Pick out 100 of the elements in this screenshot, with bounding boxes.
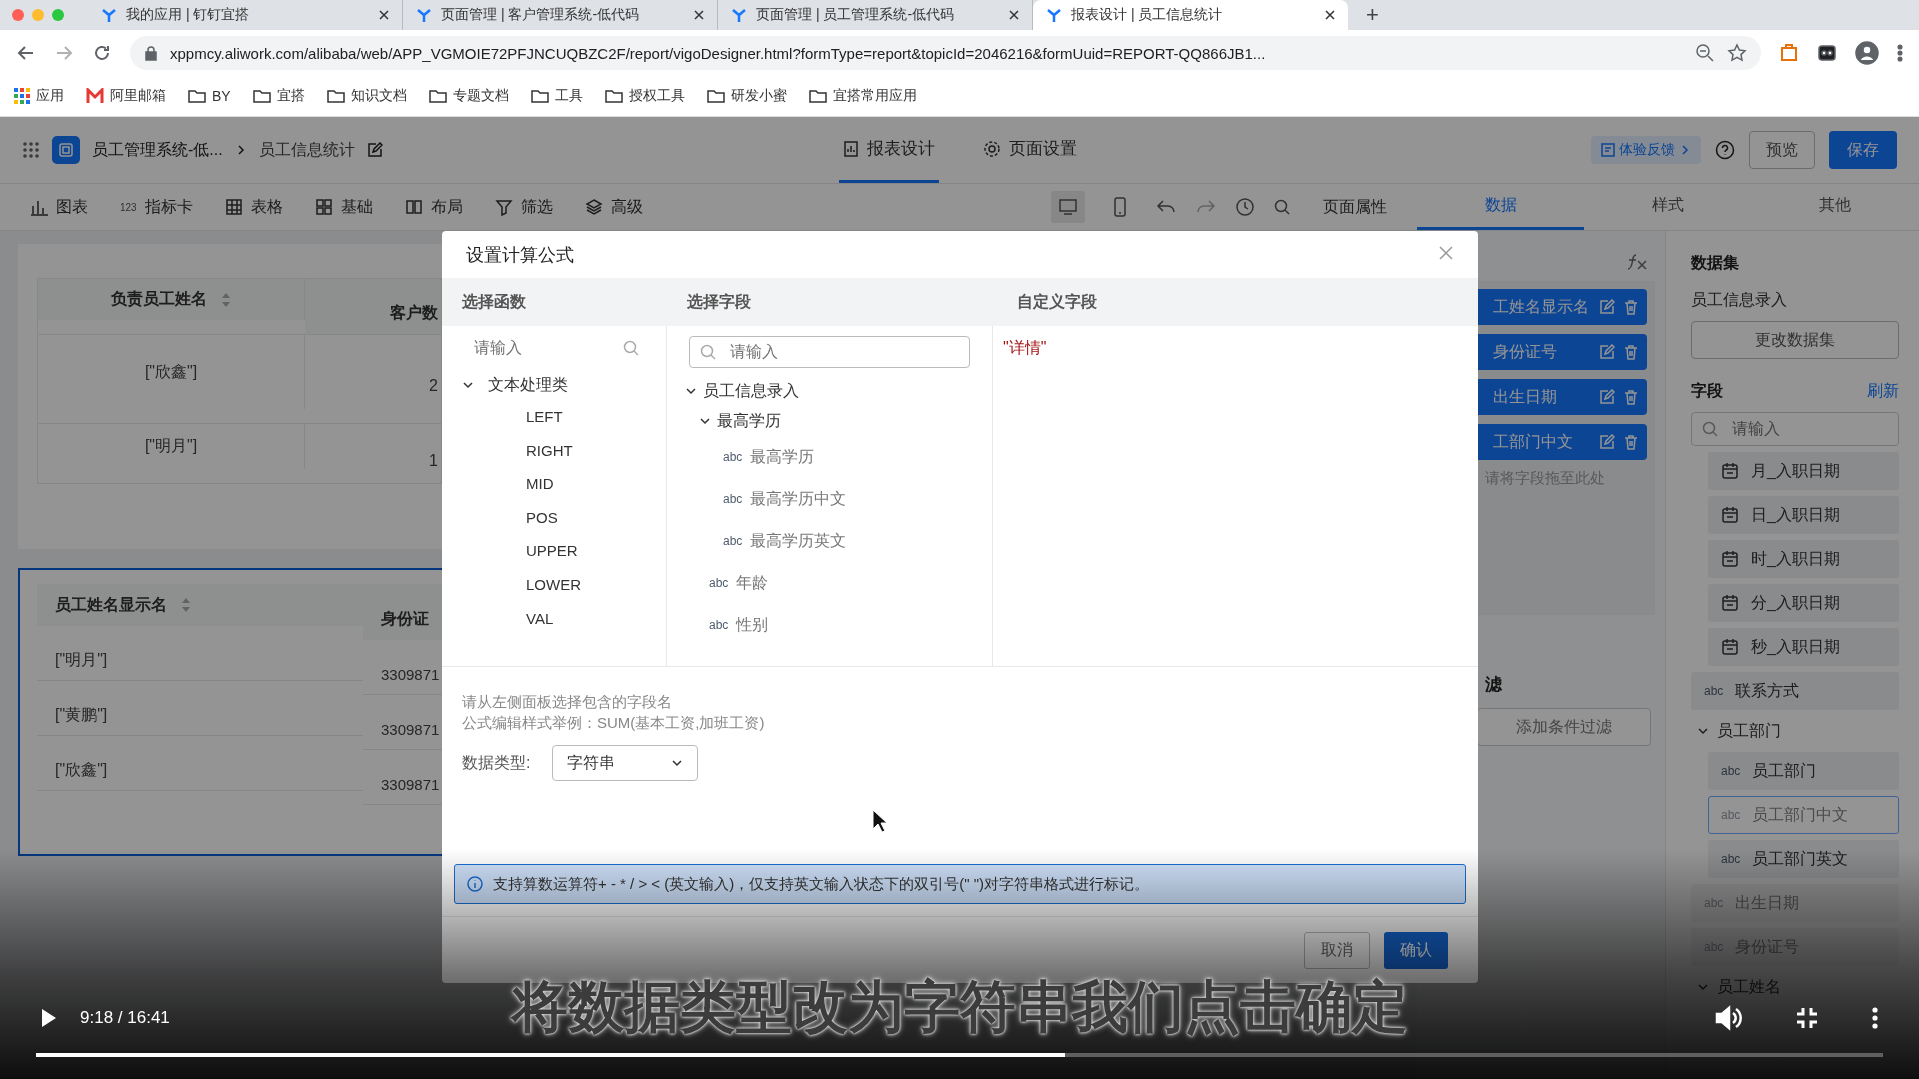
- function-item[interactable]: LOWER: [442, 567, 666, 602]
- volume-button[interactable]: [1715, 1005, 1743, 1031]
- bookmark[interactable]: 工具: [554, 87, 583, 105]
- history-icon[interactable]: [1235, 197, 1255, 217]
- bookmark[interactable]: 应用: [36, 87, 64, 105]
- video-progress-bar[interactable]: [36, 1053, 1883, 1057]
- bookmark[interactable]: 宜搭: [276, 87, 305, 105]
- panel-tab[interactable]: 样式: [1584, 184, 1752, 230]
- function-item[interactable]: MID: [442, 467, 666, 501]
- search-field[interactable]: 请输入: [474, 339, 594, 357]
- star-icon[interactable]: [1727, 43, 1747, 63]
- function-item[interactable]: POS: [442, 500, 666, 535]
- search-icon[interactable]: [1273, 198, 1291, 216]
- preview-button[interactable]: 预览: [1749, 131, 1815, 169]
- toolbar-item[interactable]: 表格: [224, 196, 283, 218]
- bookmark[interactable]: 研发小蜜: [730, 87, 787, 105]
- toolbar-item[interactable]: 筛选: [494, 196, 553, 218]
- close-window-button[interactable]: [12, 9, 24, 21]
- chevron-down-icon: [462, 379, 474, 391]
- close-icon[interactable]: [693, 9, 705, 21]
- bookmark[interactable]: 阿里邮箱: [110, 87, 166, 105]
- data-type-select[interactable]: 字符串: [552, 745, 699, 781]
- formula-icon[interactable]: [1627, 253, 1649, 271]
- exit-fullscreen-button[interactable]: [1795, 1006, 1819, 1030]
- save-button[interactable]: 保存: [1829, 131, 1897, 169]
- tree-field[interactable]: 年龄: [736, 572, 769, 594]
- desktop-view-button[interactable]: [1051, 191, 1085, 223]
- address-bar[interactable]: xppmcy.aliwork.com/alibaba/web/APP_VGMOIE72PFJNCUQBZC2F/report/vigoDesigner.html?formType=report&topicId=2046216&formUuid=REPORT-QQ866JB1...: [130, 36, 1761, 70]
- tree-group[interactable]: 最高学历: [667, 406, 992, 436]
- confirm-button[interactable]: 确认: [1384, 931, 1448, 969]
- field-item[interactable]: 秒_入职日期: [1708, 628, 1899, 666]
- extension-icon[interactable]: [1817, 43, 1837, 63]
- function-item[interactable]: UPPER: [442, 534, 666, 568]
- field-item[interactable]: 月_入职日期: [1708, 452, 1899, 490]
- close-icon[interactable]: [1324, 9, 1336, 21]
- search-field[interactable]: 请输入: [1691, 412, 1899, 446]
- tree-field[interactable]: 最高学历中文: [750, 488, 847, 510]
- tree-field[interactable]: 最高学历: [750, 446, 815, 468]
- chart-icon: [30, 198, 48, 216]
- cancel-button[interactable]: 取消: [1304, 931, 1370, 969]
- field-label: 数据类型:: [462, 752, 531, 773]
- toolbar-item[interactable]: 高级: [584, 196, 643, 218]
- close-icon[interactable]: [378, 9, 390, 21]
- field-item[interactable]: 时_入职日期: [1708, 540, 1899, 578]
- folder-icon: [428, 88, 447, 104]
- delete-icon[interactable]: [1623, 434, 1639, 450]
- zoom-icon[interactable]: [1695, 43, 1715, 63]
- delete-icon[interactable]: [1623, 299, 1639, 315]
- panel-tab[interactable]: 其他: [1751, 184, 1919, 230]
- field-item[interactable]: abc 员工部门英文: [1708, 840, 1899, 878]
- calendar-icon: [1721, 462, 1739, 480]
- function-group[interactable]: 文本处理类: [442, 370, 666, 400]
- close-icon[interactable]: [1008, 9, 1020, 21]
- function-item[interactable]: RIGHT: [442, 433, 666, 468]
- apps-grid-icon[interactable]: [22, 141, 40, 159]
- field-item[interactable]: 分_入职日期: [1708, 584, 1899, 622]
- page-properties-button[interactable]: 页面属性: [1323, 196, 1387, 218]
- search-field[interactable]: 请输入: [689, 336, 970, 368]
- column-header[interactable]: 负责员工姓名: [38, 279, 305, 320]
- browser-tab[interactable]: 页面管理 | 客户管理系统-低代码: [403, 0, 718, 30]
- menu-icon[interactable]: [1897, 43, 1903, 63]
- browser-tab[interactable]: 我的应用 | 钉钉宜搭: [88, 0, 403, 30]
- app-name[interactable]: 员工管理系统-低...: [92, 139, 223, 161]
- more-button[interactable]: [1871, 1006, 1879, 1030]
- bookmark[interactable]: 宜搭常用应用: [832, 87, 917, 105]
- field-item[interactable]: abc 联系方式: [1691, 672, 1899, 710]
- info-alert: 支持算数运算符+ - * / > < (英文输入)，仅支持英文输入状态下的双引号(" ")对字符串格式进行标记。: [454, 864, 1466, 904]
- change-dataset-button[interactable]: 更改数据集: [1691, 321, 1899, 359]
- add-filter-button[interactable]: 添加条件过滤: [1477, 708, 1651, 746]
- toolbar-item[interactable]: 基础: [314, 196, 373, 218]
- toolbar-item[interactable]: 123 指标卡: [120, 196, 193, 218]
- play-button[interactable]: [40, 1007, 58, 1029]
- toolbar-item[interactable]: 布局: [404, 196, 463, 218]
- field-item[interactable]: 日_入职日期: [1708, 496, 1899, 534]
- table-cell: 3309871: [381, 720, 440, 738]
- bookmark[interactable]: 专题文档: [452, 87, 509, 105]
- bookmark[interactable]: 授权工具: [628, 87, 685, 105]
- help-icon[interactable]: [1715, 140, 1735, 160]
- tree-group[interactable]: 员工信息录入: [667, 376, 992, 406]
- toolbar-item[interactable]: 图表: [30, 196, 88, 218]
- browser-tab[interactable]: 报表设计 | 员工信息统计: [1033, 0, 1348, 30]
- edit-icon[interactable]: [366, 142, 383, 158]
- delete-icon[interactable]: [1623, 389, 1639, 405]
- folder-icon: [188, 88, 206, 104]
- bookmark[interactable]: 知识文档: [350, 87, 407, 105]
- tree-field[interactable]: 性别: [736, 614, 769, 636]
- function-item[interactable]: VAL: [442, 601, 666, 636]
- profile-icon[interactable]: [1855, 41, 1879, 65]
- delete-icon[interactable]: [1623, 344, 1639, 360]
- column-header[interactable]: 员工姓名显示名: [37, 584, 363, 626]
- tree-field[interactable]: 最高学历英文: [750, 530, 847, 552]
- field-item[interactable]: abc 员工部门: [1708, 752, 1899, 790]
- function-item[interactable]: LEFT: [442, 400, 666, 434]
- refresh-link[interactable]: 刷新: [1867, 381, 1899, 402]
- column-header[interactable]: 客户数: [305, 279, 442, 334]
- reload-icon[interactable]: [92, 43, 112, 63]
- bookmark[interactable]: BY: [212, 88, 231, 104]
- new-tab-button[interactable]: +: [1362, 2, 1383, 28]
- field-group[interactable]: 员工部门: [1691, 716, 1899, 746]
- header-tab[interactable]: 页面设置: [978, 117, 1081, 183]
